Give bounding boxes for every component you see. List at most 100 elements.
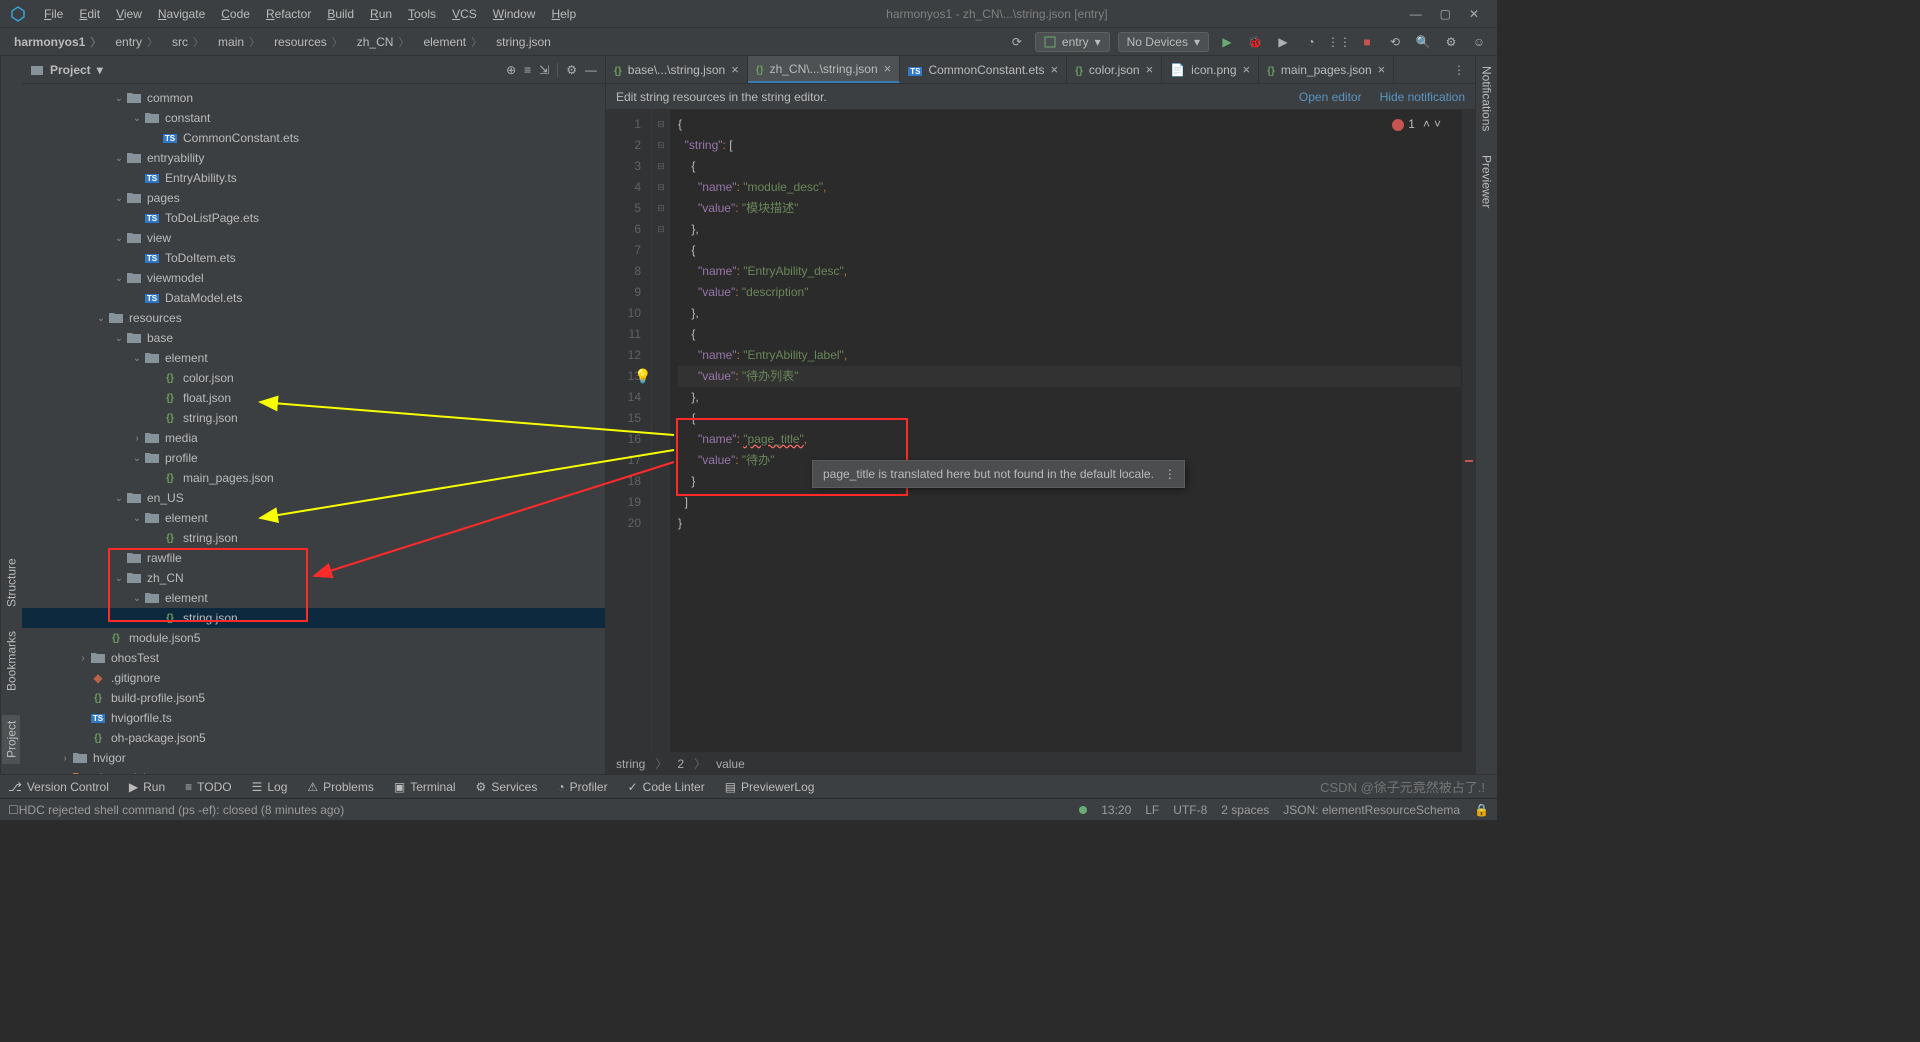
error-stripe[interactable]: [1461, 110, 1475, 752]
code-line[interactable]: {: [678, 408, 1461, 429]
tree-arrow-icon[interactable]: ⌄: [112, 273, 126, 284]
run-config-select[interactable]: entry ▾: [1035, 32, 1110, 52]
editor-tab[interactable]: {}main_pages.json×: [1259, 56, 1394, 83]
menu-file[interactable]: File: [36, 7, 71, 21]
tree-arrow-icon[interactable]: ⌄: [130, 513, 144, 524]
select-open-icon[interactable]: ≡: [524, 63, 531, 77]
tree-item[interactable]: ›hvigor: [22, 748, 605, 768]
tree-item[interactable]: ⌄base: [22, 328, 605, 348]
tree-arrow-icon[interactable]: ⌄: [112, 493, 126, 504]
close-tab-icon[interactable]: ×: [1146, 62, 1154, 77]
tool-problems[interactable]: ⚠Problems: [307, 780, 373, 794]
tool-version-control[interactable]: ⎇Version Control: [8, 780, 109, 794]
expand-icon[interactable]: ⇲: [539, 63, 549, 77]
tree-item[interactable]: ⌄pages: [22, 188, 605, 208]
code-line[interactable]: "name": "page_title",: [678, 429, 1461, 450]
tool-services[interactable]: ⚙Services: [476, 780, 538, 794]
encoding[interactable]: UTF-8: [1173, 803, 1207, 817]
line-number-gutter[interactable]: 1234567891011121314151617181920: [606, 110, 652, 752]
tree-arrow-icon[interactable]: ⌄: [112, 193, 126, 204]
breadcrumb-item[interactable]: harmonyos1: [8, 32, 107, 52]
menu-tools[interactable]: Tools: [400, 7, 444, 21]
tree-item[interactable]: {}string.json: [22, 608, 605, 628]
settings-icon[interactable]: ⚙: [1441, 32, 1461, 52]
tree-item[interactable]: ⌄en_US: [22, 488, 605, 508]
gear-icon[interactable]: ⚙: [566, 63, 577, 77]
tool-tab-previewer[interactable]: Previewer: [1480, 155, 1494, 208]
menu-refactor[interactable]: Refactor: [258, 7, 319, 21]
chevron-up-icon[interactable]: ˄: [1423, 114, 1430, 135]
tree-arrow-icon[interactable]: ›: [130, 433, 144, 444]
sync-icon[interactable]: ⟳: [1007, 32, 1027, 52]
tree-item[interactable]: {}float.json: [22, 388, 605, 408]
code-line[interactable]: {: [678, 240, 1461, 261]
profile-icon[interactable]: ◔: [1301, 32, 1321, 52]
more-icon[interactable]: ⋮: [1164, 467, 1176, 481]
hide-icon[interactable]: —: [585, 63, 597, 77]
minimize-icon[interactable]: —: [1410, 7, 1422, 21]
menu-view[interactable]: View: [108, 7, 150, 21]
chevron-down-icon[interactable]: ˅: [1434, 114, 1441, 135]
close-tab-icon[interactable]: ×: [1051, 62, 1059, 77]
tree-arrow-icon[interactable]: ›: [58, 773, 72, 775]
code-line[interactable]: "name": "module_desc",: [678, 177, 1461, 198]
menu-window[interactable]: Window: [485, 7, 544, 21]
editor-tab[interactable]: {}zh_CN\...\string.json×: [748, 56, 900, 83]
tree-arrow-icon[interactable]: ⌄: [130, 113, 144, 124]
tree-item[interactable]: TSToDoListPage.ets: [22, 208, 605, 228]
crumb-item[interactable]: 2: [677, 757, 684, 771]
tool-run[interactable]: ▶Run: [129, 780, 165, 794]
crumb-item[interactable]: value: [716, 757, 745, 771]
tree-item[interactable]: ›ohosTest: [22, 648, 605, 668]
tree-item[interactable]: {}color.json: [22, 368, 605, 388]
code-line[interactable]: "value": "模块描述": [678, 198, 1461, 219]
error-mark[interactable]: [1465, 460, 1473, 462]
lock-icon[interactable]: 🔒: [1474, 803, 1489, 817]
tool-terminal[interactable]: ▣Terminal: [394, 780, 456, 794]
tree-item[interactable]: ›media: [22, 428, 605, 448]
tool-previewerlog[interactable]: ▤PreviewerLog: [725, 780, 815, 794]
code-breadcrumb[interactable]: string〉 2〉 value: [606, 752, 1475, 774]
tree-arrow-icon[interactable]: ⌄: [112, 233, 126, 244]
tree-arrow-icon[interactable]: ⌄: [130, 593, 144, 604]
code-line[interactable]: {: [678, 324, 1461, 345]
chevron-down-icon[interactable]: ▾: [97, 63, 103, 77]
breadcrumb-item[interactable]: entry: [109, 32, 164, 52]
tree-item[interactable]: TSDataModel.ets: [22, 288, 605, 308]
tree-item[interactable]: {}oh-package.json5: [22, 728, 605, 748]
tool-tab-project[interactable]: Project: [3, 715, 21, 764]
menu-vcs[interactable]: VCS: [444, 7, 485, 21]
close-tab-icon[interactable]: ×: [1378, 62, 1386, 77]
stop-icon[interactable]: ■: [1357, 32, 1377, 52]
code-line[interactable]: }: [678, 513, 1461, 534]
tree-item[interactable]: ⌄element: [22, 508, 605, 528]
indent[interactable]: 2 spaces: [1221, 803, 1269, 817]
tree-item[interactable]: ›oh_modules: [22, 768, 605, 774]
search-icon[interactable]: 🔍: [1413, 32, 1433, 52]
code-line[interactable]: {: [678, 114, 1461, 135]
tree-item[interactable]: ◆.gitignore: [22, 668, 605, 688]
tree-item[interactable]: {}build-profile.json5: [22, 688, 605, 708]
tree-item[interactable]: rawfile: [22, 548, 605, 568]
breadcrumb-item[interactable]: element: [417, 32, 488, 52]
editor-tab[interactable]: {}color.json×: [1067, 56, 1162, 83]
tree-item[interactable]: TSEntryAbility.ts: [22, 168, 605, 188]
editor-tab[interactable]: 📄icon.png×: [1162, 56, 1259, 83]
device-select[interactable]: No Devices ▾: [1118, 32, 1209, 52]
editor-tab[interactable]: {}base\...\string.json×: [606, 56, 748, 83]
tool-profiler[interactable]: ◔Profiler: [557, 780, 607, 794]
coverage-icon[interactable]: ▶: [1273, 32, 1293, 52]
tree-item[interactable]: ⌄zh_CN: [22, 568, 605, 588]
tree-item[interactable]: TShvigorfile.ts: [22, 708, 605, 728]
menu-build[interactable]: Build: [319, 7, 362, 21]
tree-item[interactable]: TSCommonConstant.ets: [22, 128, 605, 148]
tree-item[interactable]: ⌄constant: [22, 108, 605, 128]
tree-item[interactable]: ⌄element: [22, 588, 605, 608]
tree-item[interactable]: ⌄resources: [22, 308, 605, 328]
tree-item[interactable]: ⌄element: [22, 348, 605, 368]
editor-tab[interactable]: TSCommonConstant.ets×: [900, 56, 1067, 83]
hide-notification-link[interactable]: Hide notification: [1380, 90, 1465, 104]
error-indicator[interactable]: 1 ˄ ˅: [1392, 114, 1441, 135]
tool-log[interactable]: ☰Log: [252, 780, 288, 794]
code-line[interactable]: "name": "EntryAbility_desc",: [678, 261, 1461, 282]
